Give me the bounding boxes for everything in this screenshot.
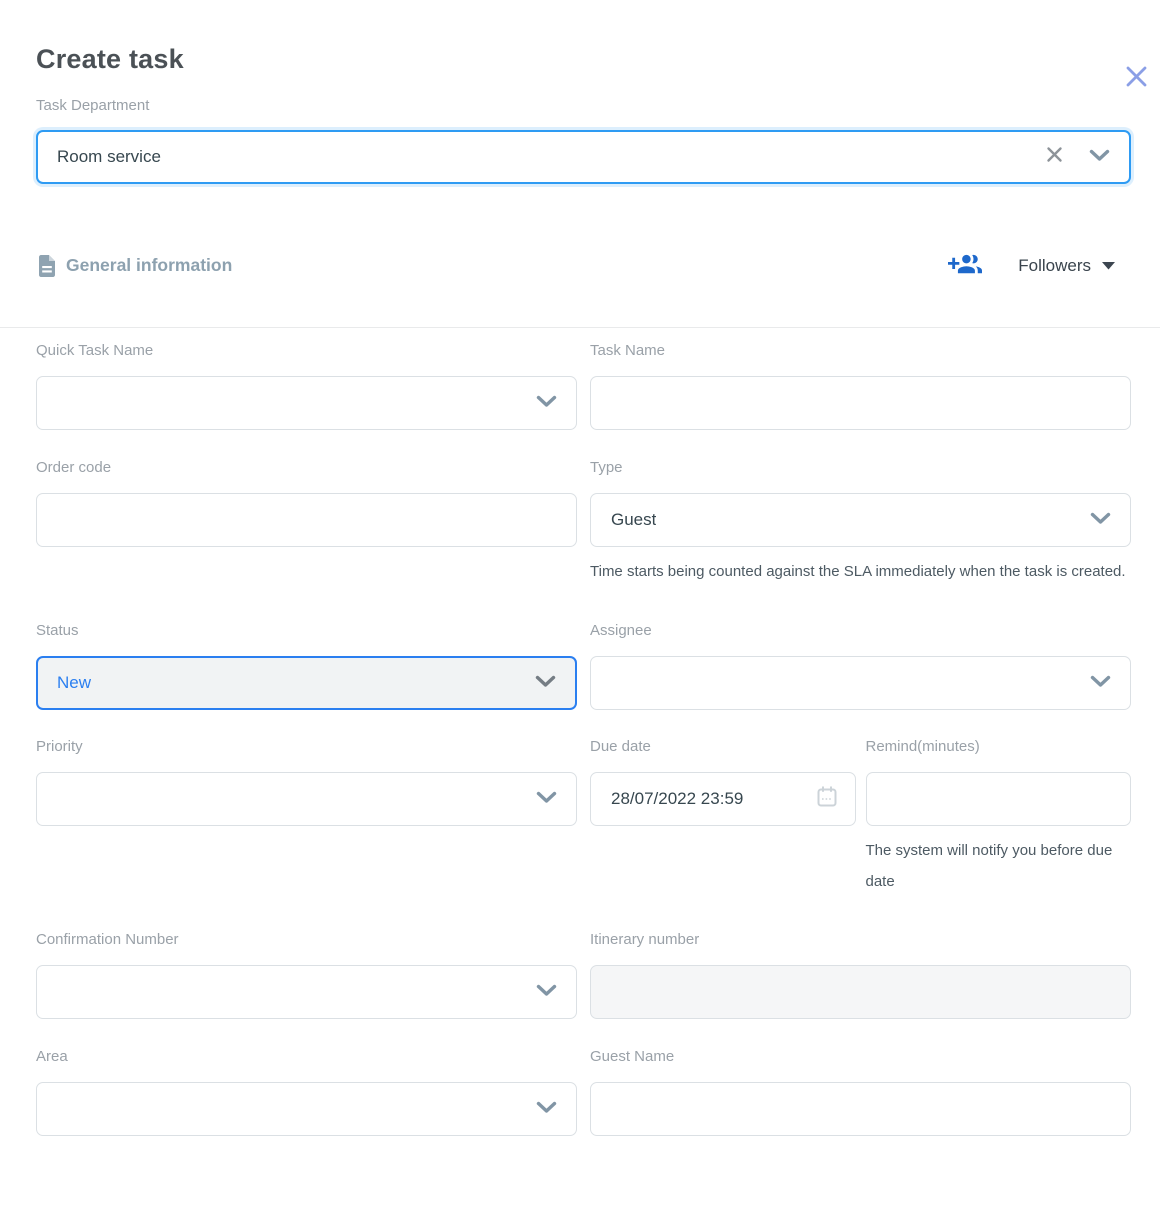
add-followers-button[interactable]: [948, 252, 982, 279]
status-select[interactable]: New: [36, 656, 577, 710]
task-department-select[interactable]: Room service: [36, 130, 1131, 184]
remind-field: Remind(minutes) The system will notify y…: [866, 738, 1132, 897]
due-date-input[interactable]: 28/07/2022 23:59: [590, 772, 856, 826]
quick-task-name-field: Quick Task Name: [36, 342, 577, 430]
type-field: Type Guest Time starts being counted aga…: [590, 459, 1131, 587]
close-icon: [1125, 65, 1148, 88]
chevron-down-icon: [536, 1099, 557, 1119]
type-label: Type: [590, 459, 1131, 476]
due-date-label: Due date: [590, 738, 856, 755]
type-helper-text: Time starts being counted against the SL…: [590, 556, 1131, 587]
page-title: Create task: [36, 44, 1160, 74]
remind-input[interactable]: [866, 772, 1132, 826]
task-name-input[interactable]: [590, 376, 1131, 430]
order-code-field: Order code: [36, 459, 577, 587]
confirmation-number-select[interactable]: [36, 965, 577, 1019]
due-date-value: 28/07/2022 23:59: [611, 789, 743, 809]
task-department-value: Room service: [57, 147, 161, 167]
priority-select[interactable]: [36, 772, 577, 826]
guest-name-field: Guest Name: [590, 1048, 1131, 1136]
itinerary-number-field: Itinerary number: [590, 931, 1131, 1019]
chevron-down-icon: [1089, 147, 1110, 167]
caret-down-icon: [1102, 262, 1115, 270]
itinerary-number-label: Itinerary number: [590, 931, 1131, 948]
order-code-input[interactable]: [36, 493, 577, 547]
priority-label: Priority: [36, 738, 577, 755]
order-code-label: Order code: [36, 459, 577, 476]
due-date-field: Due date 28/07/2022 23:59: [590, 738, 856, 897]
clear-icon[interactable]: [1046, 146, 1063, 168]
remind-label: Remind(minutes): [866, 738, 1132, 755]
remind-helper-text: The system will notify you before due da…: [866, 835, 1132, 897]
assignee-select[interactable]: [590, 656, 1131, 710]
task-name-label: Task Name: [590, 342, 1131, 359]
status-field: Status New: [36, 622, 577, 710]
chevron-down-icon: [536, 393, 557, 413]
chevron-down-icon: [535, 673, 556, 693]
confirmation-number-field: Confirmation Number: [36, 931, 577, 1019]
area-select[interactable]: [36, 1082, 577, 1136]
quick-task-name-label: Quick Task Name: [36, 342, 577, 359]
task-name-field: Task Name: [590, 342, 1131, 430]
calendar-icon: [817, 786, 837, 812]
type-select[interactable]: Guest: [590, 493, 1131, 547]
guest-name-input[interactable]: [590, 1082, 1131, 1136]
chevron-down-icon: [536, 982, 557, 1002]
general-information-header: General information Followers: [0, 252, 1160, 279]
close-button[interactable]: [1123, 63, 1149, 89]
chevron-down-icon: [1090, 510, 1111, 530]
itinerary-number-input: [590, 965, 1131, 1019]
guest-name-label: Guest Name: [590, 1048, 1131, 1065]
create-task-modal: Create task Task Department Room service…: [0, 44, 1160, 1219]
followers-label: Followers: [1018, 256, 1091, 276]
quick-task-name-select[interactable]: [36, 376, 577, 430]
status-value: New: [57, 673, 91, 693]
confirmation-number-label: Confirmation Number: [36, 931, 577, 948]
chevron-down-icon: [536, 789, 557, 809]
area-label: Area: [36, 1048, 577, 1065]
person-add-icon: [948, 252, 982, 279]
task-department-label: Task Department: [36, 97, 1160, 114]
assignee-field: Assignee: [590, 622, 1131, 710]
assignee-label: Assignee: [590, 622, 1131, 639]
chevron-down-icon: [1090, 673, 1111, 693]
followers-dropdown[interactable]: Followers: [1018, 256, 1115, 276]
document-icon: [38, 255, 56, 277]
general-information-form: Quick Task Name Task Name Order code: [0, 328, 1160, 1136]
status-label: Status: [36, 622, 577, 639]
priority-field: Priority: [36, 738, 577, 897]
area-field: Area: [36, 1048, 577, 1136]
section-title: General information: [66, 255, 232, 276]
